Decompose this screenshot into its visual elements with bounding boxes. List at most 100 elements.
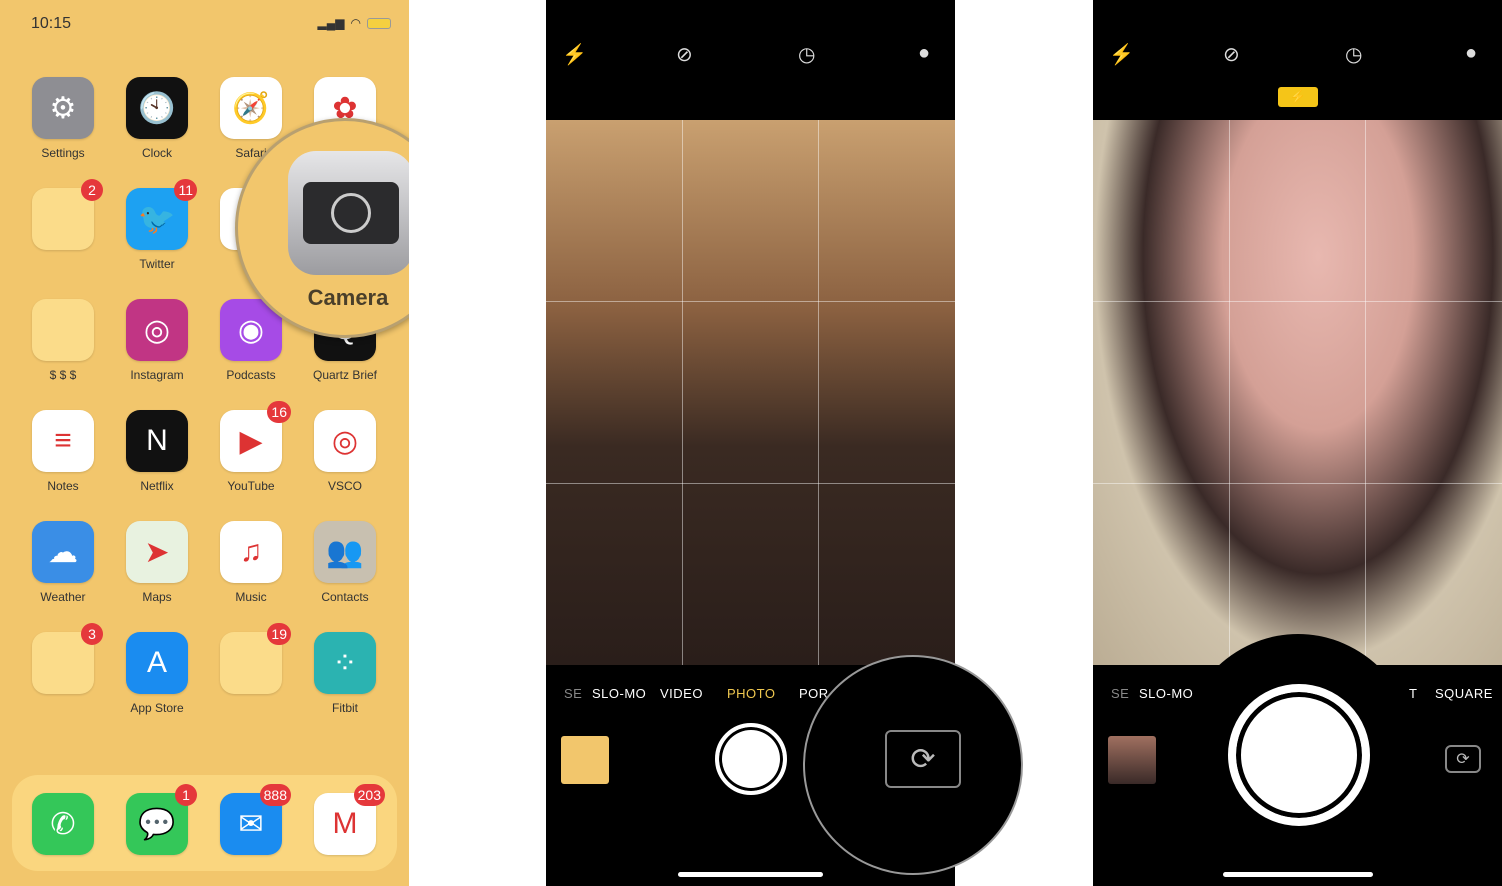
app-glyph: ♫ xyxy=(239,535,263,568)
maps-icon: ➤ xyxy=(126,521,188,583)
messages-icon: 💬 1 xyxy=(126,784,197,855)
app-glyph: 👥 xyxy=(326,535,364,569)
viewfinder[interactable] xyxy=(1093,120,1502,665)
netflix-icon: N xyxy=(126,410,188,472)
app-notes[interactable]: ≡ Notes xyxy=(16,410,110,493)
camera-icon xyxy=(303,182,399,244)
wifi-icon: ◠ xyxy=(350,16,361,30)
last-photo-thumbnail[interactable] xyxy=(561,736,609,784)
app-music[interactable]: ♫ Music xyxy=(204,521,298,604)
mode-square[interactable]: SQUARE xyxy=(1435,686,1493,701)
shutter-magnifier xyxy=(1178,634,1418,886)
mode-se[interactable]: SE xyxy=(1111,686,1129,701)
home-indicator xyxy=(678,872,823,877)
app-youtube[interactable]: ▶ 16 YouTube xyxy=(204,401,298,493)
app-glyph: ◉ xyxy=(237,313,265,347)
app-folder[interactable]: $ $ $ xyxy=(16,299,110,382)
app-clock[interactable]: 🕙 Clock xyxy=(110,77,204,160)
app-folder[interactable]: 19 xyxy=(204,623,298,701)
app-label: Maps xyxy=(142,590,172,604)
shutter-button[interactable] xyxy=(1228,684,1370,826)
app-label: Contacts xyxy=(321,590,369,604)
app-glyph: ≡ xyxy=(54,424,72,457)
contacts-icon: 👥 xyxy=(314,521,376,583)
app-maps[interactable]: ➤ Maps xyxy=(110,521,204,604)
flash-icon[interactable]: ⚡ xyxy=(1109,42,1134,67)
live-photo-off-icon[interactable]: ⊘ xyxy=(1223,42,1240,67)
app-label: Clock xyxy=(141,146,172,160)
app-glyph: ◎ xyxy=(331,424,359,458)
mode-slo-mo[interactable]: SLO-MO xyxy=(592,686,646,701)
settings-icon: ⚙ xyxy=(32,77,94,139)
app-settings[interactable]: ⚙ Settings xyxy=(16,77,110,160)
battery-icon xyxy=(367,17,391,29)
flash-icon[interactable]: ⚡ xyxy=(562,42,587,67)
notification-badge: 203 xyxy=(353,784,385,806)
app-vsco[interactable]: ◎ VSCO xyxy=(298,410,392,493)
app-glyph: M xyxy=(332,807,358,840)
home-screen: 10:15 ▂▄▆ ◠ ⚙ Settings 🕙 Clock 🧭 Safari ✿ 2 🐦 11 T… xyxy=(0,0,409,886)
flip-camera-button[interactable]: ⟳ xyxy=(885,730,961,788)
app-app-store[interactable]: A App Store xyxy=(110,632,204,715)
app-label: $ $ $ xyxy=(49,368,77,382)
mode-slo-mo[interactable]: SLO-MO xyxy=(1139,686,1193,701)
timer-icon[interactable]: ◷ xyxy=(798,42,815,67)
folder-icon: 19 xyxy=(220,623,291,694)
app-folder[interactable]: 3 xyxy=(16,623,110,701)
app-glyph: ☁ xyxy=(48,535,78,569)
gmail-icon: M 203 xyxy=(314,784,385,855)
app-weather[interactable]: ☁ Weather xyxy=(16,521,110,604)
home-indicator xyxy=(1223,872,1373,877)
app-label: Notes xyxy=(47,479,79,493)
twitter-icon: 🐦 11 xyxy=(126,179,197,250)
phone-icon: ✆ xyxy=(32,793,94,855)
mode-photo[interactable]: PHOTO xyxy=(727,686,776,701)
filters-icon[interactable]: ● xyxy=(1465,42,1477,65)
app-folder[interactable]: 2 xyxy=(16,179,110,257)
youtube-icon: ▶ 16 xyxy=(220,401,291,472)
folder-icon xyxy=(32,299,94,361)
app-label: Netflix xyxy=(140,479,174,493)
flip-camera-button[interactable]: ⟳ xyxy=(1445,745,1481,773)
app-store-icon: A xyxy=(126,632,188,694)
timer-icon[interactable]: ◷ xyxy=(1345,42,1362,67)
app-instagram[interactable]: ◎ Instagram xyxy=(110,299,204,382)
app-glyph: ➤ xyxy=(144,535,170,569)
filters-icon[interactable]: ● xyxy=(918,42,930,65)
camera-app-icon[interactable] xyxy=(288,151,409,275)
app-glyph: 🕙 xyxy=(138,91,176,125)
live-photo-off-icon[interactable]: ⊘ xyxy=(676,42,693,67)
notification-badge: 19 xyxy=(267,623,291,645)
notification-badge: 11 xyxy=(174,179,197,201)
notes-icon: ≡ xyxy=(32,410,94,472)
app-netflix[interactable]: N Netflix xyxy=(110,410,204,493)
last-photo-thumbnail[interactable] xyxy=(1108,736,1156,784)
app-contacts[interactable]: 👥 Contacts xyxy=(298,521,392,604)
viewfinder[interactable] xyxy=(546,120,955,665)
notification-badge: 1 xyxy=(175,784,197,806)
instagram-icon: ◎ xyxy=(126,299,188,361)
app-label: Fitbit xyxy=(331,701,358,715)
app-label: Twitter xyxy=(139,257,175,271)
shutter-button[interactable] xyxy=(715,723,787,795)
mode-portrait[interactable]: T xyxy=(1409,686,1417,701)
app-messages[interactable]: 💬1Messages xyxy=(110,784,204,855)
app-glyph: A xyxy=(146,646,167,679)
app-phone[interactable]: ✆Phone xyxy=(16,793,110,855)
folder-icon: 2 xyxy=(32,179,103,250)
mode-se[interactable]: SE xyxy=(564,686,582,701)
app-mail[interactable]: ✉888Mail xyxy=(204,784,298,855)
camera-app-label: Camera xyxy=(307,285,389,310)
app-fitbit[interactable]: ⁘ Fitbit xyxy=(298,632,392,715)
flip-camera-icon: ⟳ xyxy=(910,742,936,776)
status-time: 10:15 xyxy=(31,15,72,32)
app-label: Weather xyxy=(40,590,86,604)
mode-video[interactable]: VIDEO xyxy=(660,686,703,701)
weather-icon: ☁ xyxy=(32,521,94,583)
app-gmail[interactable]: M203Gmail xyxy=(298,784,392,855)
app-glyph: ⁘ xyxy=(332,646,358,680)
app-twitter[interactable]: 🐦 11 Twitter xyxy=(110,179,204,271)
app-glyph: ✆ xyxy=(50,807,76,841)
notification-badge: 2 xyxy=(81,179,103,201)
app-glyph: ✉ xyxy=(238,807,264,841)
